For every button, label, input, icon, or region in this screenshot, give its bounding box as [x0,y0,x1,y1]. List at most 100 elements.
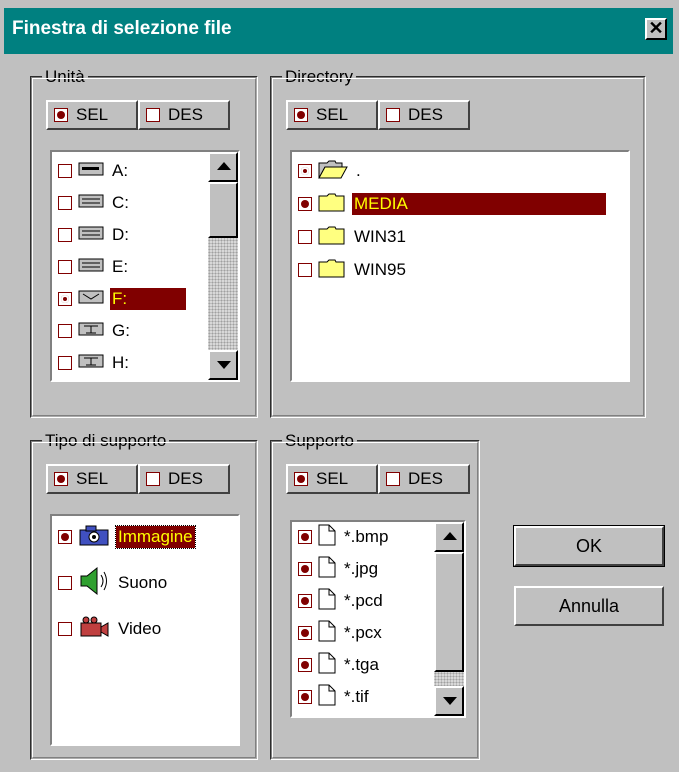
unchecked-checkbox[interactable] [58,228,72,242]
supporto-group: Supporto SEL DES *.bmp *.jpg *.pcd *.pcx *.t… [270,431,480,760]
file-icon [318,588,336,615]
supporto-item[interactable]: *.jpg [298,556,380,582]
supporto-item[interactable]: *.pcd [298,588,385,614]
unita-item-label: E: [112,257,129,276]
supporto-item[interactable]: *.tga [298,652,381,678]
unita-item[interactable]: E: [58,254,130,280]
checked-checkbox[interactable] [298,594,312,608]
checked-checkbox[interactable] [298,658,312,672]
unchecked-checkbox[interactable] [58,356,72,370]
scroll-up-button[interactable] [434,522,464,552]
unchecked-checkbox[interactable] [58,260,72,274]
checked-checkbox[interactable] [298,626,312,640]
file-icon [318,524,336,551]
scroll-thumb[interactable] [208,182,238,238]
scroll-up-button[interactable] [208,152,238,182]
checked-icon [294,472,308,486]
directory-legend: Directory [282,67,357,87]
scroll-down-button[interactable] [434,686,464,716]
unchecked-icon [386,472,400,486]
title-bar: Finestra di selezione file ✕ [4,8,673,54]
directory-des-button[interactable]: DES [378,100,470,130]
unchecked-checkbox[interactable] [298,263,312,277]
checked-icon [294,108,308,122]
hard-drive-icon [78,257,104,277]
tipo-des-button[interactable]: DES [138,464,230,494]
unchecked-checkbox[interactable] [58,164,72,178]
checked-icon [54,472,68,486]
checked-checkbox[interactable] [298,690,312,704]
supporto-legend: Supporto [282,431,357,451]
supporto-item-label: *.jpg [344,559,379,578]
floppy-drive-icon [78,161,104,181]
scroll-thumb[interactable] [434,552,464,672]
tipo-item[interactable]: Immagine [58,524,196,550]
open-folder-icon [318,159,348,184]
unita-sel-button[interactable]: SEL [46,100,138,130]
unchecked-checkbox[interactable] [58,622,72,636]
file-selection-dialog: Finestra di selezione file ✕ Unità SEL D… [0,0,679,772]
supporto-list[interactable]: *.bmp *.jpg *.pcd *.pcx *.tga *.tif [290,520,466,718]
directory-item-label: . [356,161,361,180]
directory-item[interactable]: WIN95 [298,257,408,283]
unita-select-bar: SEL DES [46,100,230,130]
scroll-down-button[interactable] [208,350,238,380]
checked-checkbox[interactable] [298,197,312,211]
tipo-select-bar: SEL DES [46,464,230,494]
close-button[interactable]: ✕ [645,18,667,40]
unchecked-checkbox[interactable] [58,576,72,590]
unita-legend: Unità [42,67,88,87]
unchecked-icon [386,108,400,122]
unita-item[interactable]: G: [58,318,132,344]
unita-scrollbar[interactable] [208,152,238,380]
unita-list[interactable]: A: C: D: E: F: G: H: [50,150,240,382]
supporto-sel-button[interactable]: SEL [286,464,378,494]
unita-item[interactable]: F: [58,286,186,312]
cancel-button[interactable]: Annulla [514,586,664,626]
directory-item[interactable]: . [298,158,363,184]
hard-drive-icon [78,193,104,213]
supporto-scrollbar[interactable] [434,522,464,716]
directory-item[interactable]: WIN31 [298,224,408,250]
ok-button[interactable]: OK [513,525,665,567]
folder-icon [318,258,346,283]
supporto-item-label: *.tga [344,655,379,674]
supporto-item[interactable]: *.pcx [298,620,384,646]
supporto-des-button[interactable]: DES [378,464,470,494]
directory-item-label: MEDIA [352,193,606,215]
tipo-item-label: Immagine [115,525,196,549]
supporto-item[interactable]: *.tif [298,684,371,710]
tipo-item[interactable]: Suono [58,566,169,596]
file-icon [318,556,336,583]
partial-checkbox[interactable] [58,292,72,306]
unita-item[interactable]: D: [58,222,131,248]
tipo-item[interactable]: Video [58,616,163,642]
checked-checkbox[interactable] [298,530,312,544]
unita-item-label: C: [112,193,129,212]
speaker-icon [78,566,110,601]
directory-item[interactable]: MEDIA [298,191,606,217]
directory-list[interactable]: . MEDIA WIN31 WIN95 [290,150,630,382]
checked-checkbox[interactable] [298,562,312,576]
unita-item-label: A: [112,161,129,180]
unita-item-label: F: [110,288,186,310]
unchecked-checkbox[interactable] [298,230,312,244]
unita-item[interactable]: C: [58,190,131,216]
partial-checkbox[interactable] [298,164,312,178]
directory-sel-button[interactable]: SEL [286,100,378,130]
folder-icon [318,225,346,250]
tipo-sel-button[interactable]: SEL [46,464,138,494]
window-title: Finestra di selezione file [12,18,232,39]
unchecked-checkbox[interactable] [58,324,72,338]
unchecked-checkbox[interactable] [58,196,72,210]
tipo-list[interactable]: Immagine Suono Video [50,514,240,746]
checked-checkbox[interactable] [58,530,72,544]
unita-item[interactable]: A: [58,158,130,184]
unita-item-label: D: [112,225,129,244]
unita-des-button[interactable]: DES [138,100,230,130]
network-drive-icon [78,353,104,373]
hard-drive-icon [78,225,104,245]
supporto-item[interactable]: *.bmp [298,524,390,550]
unita-item-label: H: [112,353,129,372]
unita-item[interactable]: H: [58,350,131,376]
